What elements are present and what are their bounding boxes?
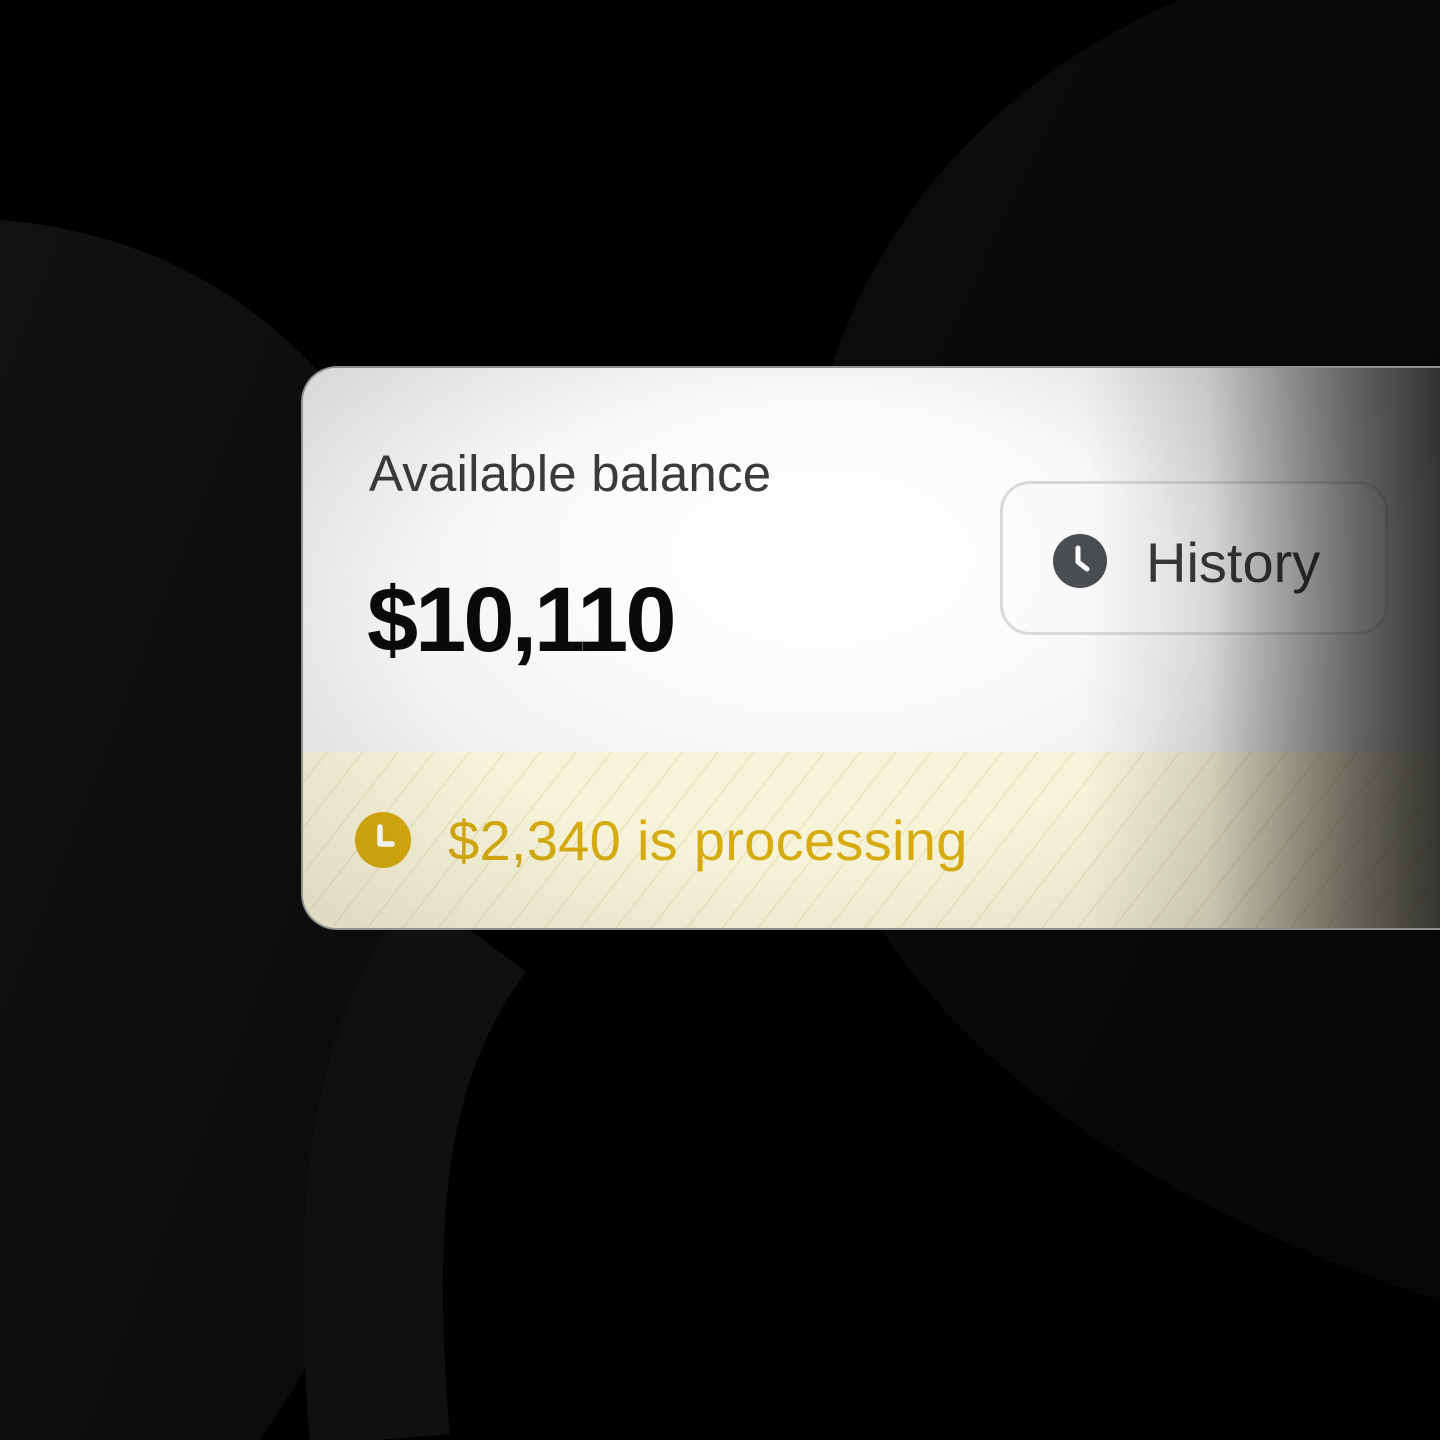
clock-icon <box>355 812 411 868</box>
balance-card: Available balance $10,110 History $2,340… <box>303 368 1440 928</box>
history-button-label: History <box>1146 531 1321 594</box>
history-button[interactable]: History <box>1000 481 1388 635</box>
balance-section: Available balance $10,110 History <box>303 368 1440 752</box>
clock-icon <box>1053 534 1107 588</box>
processing-banner: $2,340 is processing <box>303 752 1440 928</box>
available-balance-label: Available balance <box>369 445 772 502</box>
balance-amount: $10,110 <box>367 569 676 671</box>
processing-text: $2,340 is processing <box>448 809 968 872</box>
stage: Available balance $10,110 History $2,340… <box>0 0 1440 1440</box>
